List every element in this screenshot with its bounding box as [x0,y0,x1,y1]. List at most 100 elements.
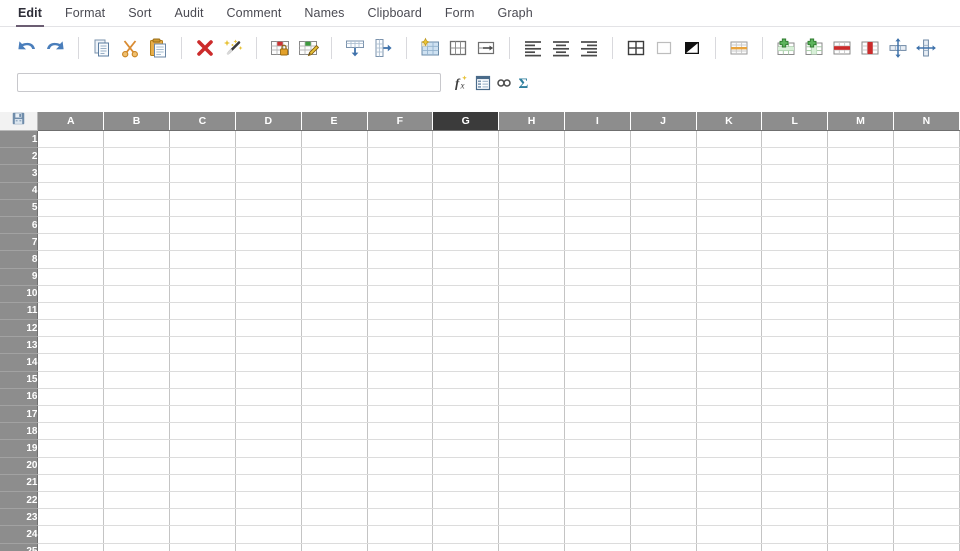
cell-G3[interactable] [432,164,500,183]
row-header-23[interactable]: 23 [0,508,39,527]
cell-F7[interactable] [367,233,434,252]
cell-M24[interactable] [827,525,895,544]
cell-C7[interactable] [169,233,236,252]
cell-A1[interactable] [37,130,105,149]
undo-button[interactable] [13,34,41,62]
cell-H21[interactable] [498,474,566,492]
cell-L19[interactable] [761,439,829,458]
cell-K16[interactable] [696,388,763,407]
cell-K9[interactable] [696,268,763,286]
cell-D5[interactable] [235,199,302,217]
cell-I25[interactable] [564,543,631,551]
cell-D13[interactable] [235,336,302,355]
cell-N4[interactable] [893,182,960,200]
cell-E6[interactable] [301,216,368,235]
cell-J22[interactable] [630,491,697,510]
cell-D23[interactable] [235,508,302,527]
cell-L10[interactable] [761,285,829,303]
cell-M7[interactable] [827,233,895,252]
cell-L1[interactable] [761,130,829,149]
row-header-13[interactable]: 13 [0,336,39,355]
align-right-button[interactable] [575,34,603,62]
cell-C6[interactable] [169,216,236,235]
cell-B10[interactable] [103,285,171,303]
paste-button[interactable] [144,34,172,62]
cell-F1[interactable] [367,130,434,149]
cell-C3[interactable] [169,164,236,183]
cell-C21[interactable] [169,474,236,492]
cell-J24[interactable] [630,525,697,544]
cell-F21[interactable] [367,474,434,492]
cell-M20[interactable] [827,457,895,475]
column-header-B[interactable]: B [103,112,171,131]
insert-row-button[interactable] [772,34,800,62]
column-width-button[interactable] [912,34,940,62]
cell-I19[interactable] [564,439,631,458]
cell-C8[interactable] [169,250,236,269]
spreadsheet-grid[interactable]: ABCDEFGHIJKLMN 1 2 3 4 5 6 7 8 9 10 11 12 13 14 15 16 17… [0,112,960,551]
cell-C22[interactable] [169,491,236,510]
cell-M4[interactable] [827,182,895,200]
cell-L18[interactable] [761,422,829,441]
cell-A17[interactable] [37,405,105,424]
cell-G13[interactable] [432,336,500,355]
cell-J12[interactable] [630,319,697,338]
cell-E17[interactable] [301,405,368,424]
cell-N25[interactable] [893,543,960,551]
cell-F13[interactable] [367,336,434,355]
cell-D6[interactable] [235,216,302,235]
cell-N20[interactable] [893,457,960,475]
cell-I13[interactable] [564,336,631,355]
cell-K18[interactable] [696,422,763,441]
row-header-19[interactable]: 19 [0,439,39,458]
row-header-8[interactable]: 8 [0,250,39,269]
cell-J4[interactable] [630,182,697,200]
cell-H15[interactable] [498,371,566,389]
cell-F12[interactable] [367,319,434,338]
cell-H20[interactable] [498,457,566,475]
column-header-N[interactable]: N [893,112,960,131]
cell-E18[interactable] [301,422,368,441]
cell-E24[interactable] [301,525,368,544]
cell-K5[interactable] [696,199,763,217]
cell-J18[interactable] [630,422,697,441]
cell-D24[interactable] [235,525,302,544]
cell-K10[interactable] [696,285,763,303]
cell-B20[interactable] [103,457,171,475]
cell-G21[interactable] [432,474,500,492]
cell-E7[interactable] [301,233,368,252]
magic-wand-button[interactable] [219,34,247,62]
cell-M2[interactable] [827,147,895,166]
cell-H25[interactable] [498,543,566,551]
cell-K6[interactable] [696,216,763,235]
cell-M22[interactable] [827,491,895,510]
cell-N18[interactable] [893,422,960,441]
column-header-C[interactable]: C [169,112,236,131]
cell-C23[interactable] [169,508,236,527]
cell-D1[interactable] [235,130,302,149]
cell-M15[interactable] [827,371,895,389]
column-header-H[interactable]: H [498,112,566,131]
cell-B3[interactable] [103,164,171,183]
row-header-6[interactable]: 6 [0,216,39,235]
cell-N5[interactable] [893,199,960,217]
cell-H8[interactable] [498,250,566,269]
cell-N8[interactable] [893,250,960,269]
cell-D15[interactable] [235,371,302,389]
cell-I5[interactable] [564,199,631,217]
cell-C25[interactable] [169,543,236,551]
menu-item-format[interactable]: Format [65,6,105,27]
cell-J19[interactable] [630,439,697,458]
cell-B23[interactable] [103,508,171,527]
row-header-4[interactable]: 4 [0,182,39,200]
align-left-button[interactable] [519,34,547,62]
column-header-D[interactable]: D [235,112,302,131]
format-table-button[interactable] [416,34,444,62]
cell-H11[interactable] [498,302,566,321]
cut-button[interactable] [116,34,144,62]
cell-K19[interactable] [696,439,763,458]
cell-C12[interactable] [169,319,236,338]
merge-cells-button[interactable] [472,34,500,62]
cell-H23[interactable] [498,508,566,527]
cell-G10[interactable] [432,285,500,303]
